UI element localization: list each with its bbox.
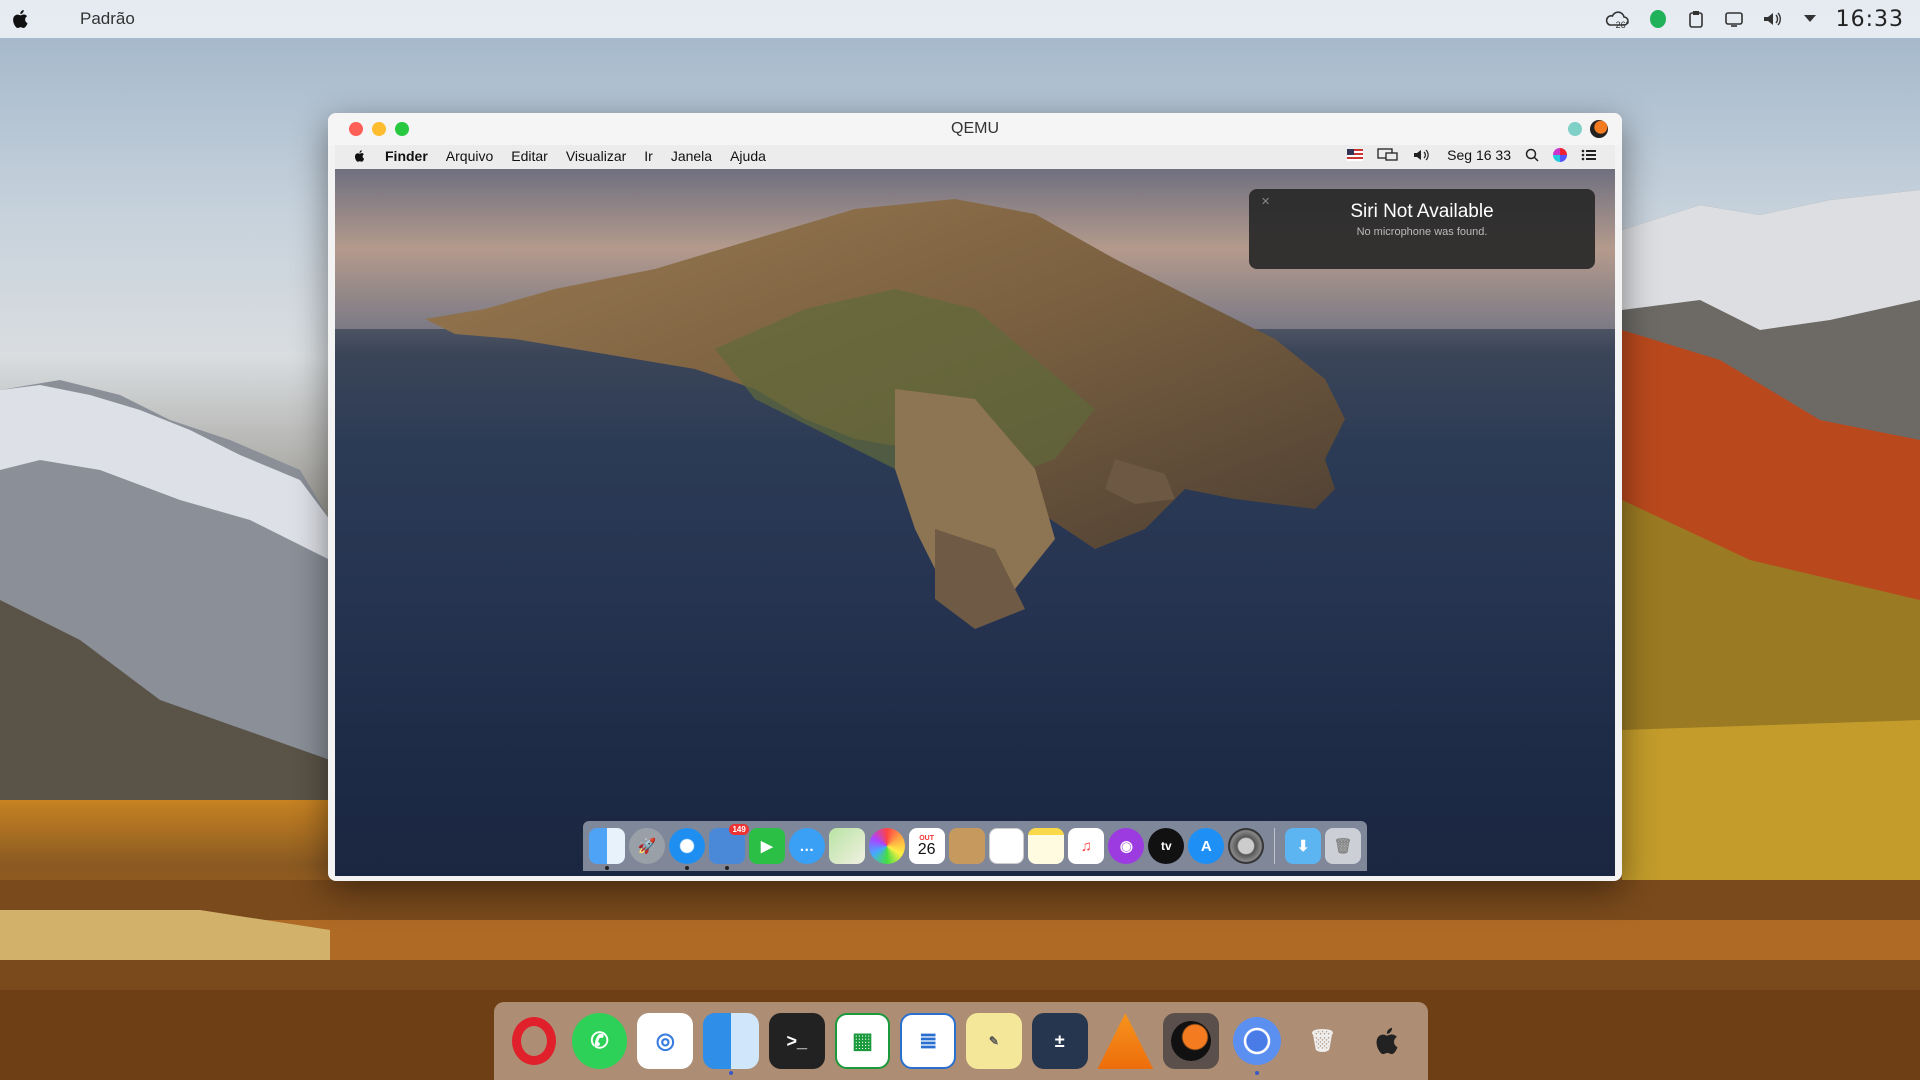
clock[interactable]: 16:33 — [1836, 7, 1904, 32]
host-dock: ✆ ◎ >_ ▦ ≣ ✎ ± 🗑 — [494, 1002, 1428, 1080]
calendar-day: 26 — [917, 840, 936, 858]
menu-ir[interactable]: Ir — [644, 148, 653, 164]
chromium-icon[interactable] — [1229, 1013, 1285, 1075]
siri-title: Siri Not Available — [1350, 201, 1494, 222]
dock-separator — [1274, 828, 1276, 864]
guest-desktop[interactable]: ✕ Siri Not Available No microphone was f… — [335, 169, 1615, 876]
qemu-app-icon — [1590, 120, 1608, 138]
menu-ajuda[interactable]: Ajuda — [730, 148, 766, 164]
text-editor-icon[interactable]: ≣ — [900, 1013, 957, 1069]
qemu-window[interactable]: QEMU Finder Arquivo Editar Visualizar Ir… — [328, 113, 1622, 881]
weather-icon[interactable]: 26° — [1602, 7, 1632, 31]
menu-janela[interactable]: Janela — [671, 148, 712, 164]
whatsapp-icon[interactable]: ✆ — [571, 1013, 628, 1069]
music-icon[interactable]: ♫ — [1068, 828, 1105, 864]
app-store-icon[interactable]: A — [1188, 828, 1225, 864]
menu-arquivo[interactable]: Arquivo — [446, 148, 493, 164]
notes-icon[interactable] — [1028, 828, 1065, 864]
system-preferences-icon[interactable] — [1228, 828, 1265, 864]
catalina-wallpaper — [335, 169, 1615, 629]
finder-icon[interactable] — [589, 828, 625, 870]
contacts-icon[interactable] — [948, 828, 985, 864]
guest-screen[interactable]: Finder Arquivo Editar Visualizar Ir Jane… — [335, 145, 1615, 876]
notes-app-icon[interactable]: ✎ — [966, 1013, 1022, 1069]
messages-icon[interactable]: … — [788, 828, 825, 864]
guest-menubar: Finder Arquivo Editar Visualizar Ir Jane… — [335, 145, 1615, 169]
vlc-icon[interactable] — [1097, 1013, 1154, 1069]
notification-center-icon[interactable] — [1581, 148, 1597, 162]
media-player-icon[interactable] — [1163, 1013, 1219, 1069]
chevron-down-icon[interactable] — [1798, 7, 1822, 31]
podcasts-icon[interactable]: ◉ — [1108, 828, 1145, 864]
guest-datetime[interactable]: Seg 16 33 — [1447, 147, 1511, 163]
display-icon[interactable] — [1722, 7, 1746, 31]
guest-apple-icon[interactable] — [353, 148, 367, 164]
guest-dock: 🚀 149 ▶ … OUT 26 ♫ ◉ tv A ⬇ 🗑 — [583, 821, 1367, 871]
menu-visualizar[interactable]: Visualizar — [566, 148, 626, 164]
menu-editar[interactable]: Editar — [511, 148, 548, 164]
apple-menu-icon[interactable] — [10, 8, 32, 30]
mail-badge: 149 — [729, 824, 749, 835]
photos-icon[interactable] — [868, 828, 905, 864]
window-status-dot — [1568, 122, 1582, 136]
siri-icon[interactable] — [1553, 148, 1567, 162]
window-titlebar[interactable]: QEMU — [328, 113, 1622, 145]
maps-icon[interactable] — [828, 828, 865, 864]
status-indicator-icon[interactable] — [1646, 7, 1670, 31]
clipboard-icon[interactable] — [1684, 7, 1708, 31]
host-finder-icon[interactable] — [703, 1013, 759, 1075]
screen-mirroring-icon[interactable] — [1377, 148, 1399, 162]
weather-temp: 26° — [1615, 20, 1630, 30]
menu-finder[interactable]: Finder — [385, 148, 428, 164]
siri-notification[interactable]: ✕ Siri Not Available No microphone was f… — [1249, 189, 1595, 269]
safari-icon[interactable] — [668, 828, 705, 870]
mail-icon[interactable]: 149 — [708, 824, 749, 870]
host-trash-icon[interactable]: 🗑 — [1295, 1013, 1351, 1069]
active-app-title: Padrão — [80, 9, 135, 28]
launchpad-icon[interactable]: 🚀 — [628, 828, 665, 864]
window-title: QEMU — [951, 120, 999, 137]
downloads-folder-icon[interactable]: ⬇ — [1285, 828, 1322, 864]
apple-logo-icon[interactable] — [1360, 1013, 1416, 1069]
guest-volume-icon[interactable] — [1413, 148, 1433, 162]
siri-subtitle: No microphone was found. — [1356, 226, 1488, 238]
tv-icon[interactable]: tv — [1148, 828, 1185, 864]
host-menubar: Padrão 26° 16:33 — [0, 0, 1920, 38]
tv-label: tv — [1160, 839, 1172, 853]
calculator-icon[interactable]: ± — [1031, 1013, 1088, 1069]
tweaks-icon[interactable]: ◎ — [637, 1013, 694, 1069]
spreadsheet-icon[interactable]: ▦ — [834, 1013, 891, 1069]
calendar-icon[interactable]: OUT 26 — [908, 828, 945, 864]
terminal-icon[interactable]: >_ — [768, 1013, 825, 1069]
reminders-icon[interactable] — [988, 828, 1025, 864]
opera-icon[interactable] — [506, 1013, 562, 1069]
trash-icon[interactable]: 🗑 — [1325, 828, 1362, 864]
us-flag-icon[interactable] — [1347, 149, 1364, 161]
volume-icon[interactable] — [1760, 7, 1784, 31]
spotlight-search-icon[interactable] — [1525, 148, 1539, 162]
close-icon[interactable]: ✕ — [1261, 195, 1270, 208]
facetime-icon[interactable]: ▶ — [748, 828, 785, 864]
